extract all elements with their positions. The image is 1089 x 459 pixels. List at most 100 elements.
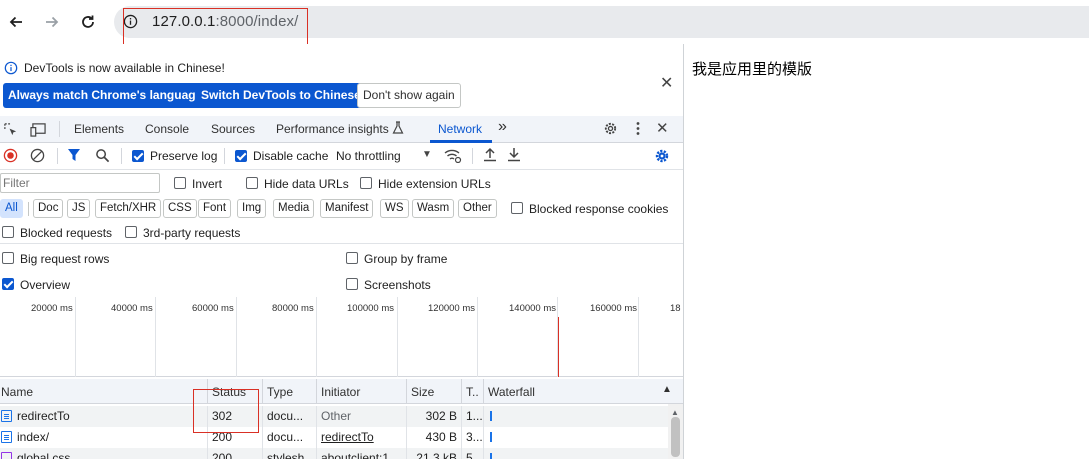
chip-font[interactable]: Font <box>198 199 232 218</box>
divider <box>207 406 208 427</box>
kebab-menu-icon[interactable] <box>636 121 640 139</box>
divider <box>59 121 60 137</box>
screenshots-checkbox[interactable] <box>346 278 358 290</box>
chip-img[interactable]: Img <box>237 199 267 218</box>
tab-elements[interactable]: Elements <box>74 122 124 136</box>
divider <box>207 448 208 459</box>
table-row[interactable]: index/ 200 docu... redirectTo 430 B 3... <box>0 427 668 448</box>
info-icon <box>4 61 18 78</box>
tab-performance-insights[interactable]: Performance insights <box>276 122 389 136</box>
row-initiator-link[interactable]: redirectTo <box>321 430 374 444</box>
search-icon[interactable] <box>95 148 110 166</box>
chip-css[interactable]: CSS <box>163 199 197 218</box>
col-waterfall[interactable]: Waterfall <box>488 385 535 399</box>
dont-show-button[interactable]: Don't show again <box>357 83 461 108</box>
gridline <box>477 297 478 377</box>
big-rows-label: Big request rows <box>20 252 110 266</box>
sort-up-icon[interactable]: ▲ <box>662 384 672 395</box>
divider <box>57 148 58 164</box>
record-icon[interactable] <box>3 148 18 166</box>
clear-icon[interactable] <box>30 148 45 166</box>
preserve-log-checkbox[interactable] <box>132 150 144 162</box>
match-language-button[interactable]: Always match Chrome's language <box>3 83 208 108</box>
wifi-settings-icon[interactable] <box>444 148 462 166</box>
third-party-checkbox[interactable] <box>125 226 137 238</box>
row-initiator[interactable]: aboutclient:1 <box>321 451 405 459</box>
info-icon[interactable] <box>123 14 138 32</box>
tab-network[interactable]: Network <box>438 122 482 136</box>
banner-message: DevTools is now available in Chinese! <box>24 61 225 75</box>
divider <box>316 427 317 448</box>
gridline <box>316 297 317 377</box>
chevron-down-icon[interactable]: ▼ <box>422 149 432 160</box>
filter-input[interactable] <box>0 173 160 193</box>
table-row[interactable]: global.css 200 stylesh... aboutclient:1 … <box>0 448 668 459</box>
chip-media[interactable]: Media <box>273 199 315 218</box>
tick-label: 160000 ms <box>590 303 638 314</box>
address-bar[interactable]: 127.0.0.1:8000/index/ <box>114 6 1089 38</box>
table-row[interactable]: redirectTo 302 docu... Other 302 B 1... <box>0 406 668 427</box>
throttling-select[interactable]: No throttling <box>336 149 401 163</box>
chip-fetch-xhr[interactable]: Fetch/XHR <box>95 199 162 218</box>
devtools-panel: DevTools is now available in Chinese! Al… <box>0 44 684 459</box>
divider <box>406 427 407 448</box>
col-name[interactable]: Name <box>1 385 33 399</box>
more-tabs-icon[interactable]: » <box>498 118 507 136</box>
blocked-cookies-checkbox[interactable] <box>511 202 523 214</box>
arrow-left-icon <box>9 16 22 28</box>
divider <box>28 202 29 216</box>
blocked-requests-label: Blocked requests <box>20 226 113 240</box>
url-text[interactable]: 127.0.0.1:8000/index/ <box>152 13 298 30</box>
close-devtools-icon[interactable]: ✕ <box>656 119 669 137</box>
overview-checkbox[interactable] <box>2 278 14 290</box>
close-icon[interactable]: ✕ <box>660 73 673 93</box>
tick-label: 80000 ms <box>272 303 314 314</box>
chip-other[interactable]: Other <box>458 199 497 218</box>
device-toolbar-icon[interactable] <box>30 122 47 140</box>
inspect-icon[interactable] <box>3 122 18 140</box>
gear-icon[interactable] <box>603 121 618 139</box>
disable-cache-checkbox[interactable] <box>235 150 247 162</box>
col-time[interactable]: T.. <box>466 385 479 399</box>
chip-ws[interactable]: WS <box>380 199 409 218</box>
row-initiator: Other <box>321 409 352 423</box>
reload-button[interactable] <box>76 10 100 34</box>
chip-doc[interactable]: Doc <box>33 199 64 218</box>
scroll-up-icon[interactable]: ▲ <box>671 408 679 417</box>
back-button[interactable] <box>4 10 28 34</box>
row-type: stylesh... <box>267 451 315 459</box>
tab-console[interactable]: Console <box>145 122 189 136</box>
tick-label: 60000 ms <box>192 303 234 314</box>
hide-extension-urls-checkbox[interactable] <box>360 177 372 189</box>
overview-timeline[interactable]: 20000 ms 40000 ms 60000 ms 80000 ms 1000… <box>0 297 683 377</box>
col-status[interactable]: Status <box>212 385 246 399</box>
divider <box>121 148 122 164</box>
col-size[interactable]: Size <box>411 385 434 399</box>
import-har-icon[interactable] <box>483 147 497 165</box>
browser-toolbar: 127.0.0.1:8000/index/ <box>0 0 1089 44</box>
chip-wasm[interactable]: Wasm <box>412 199 455 218</box>
col-type[interactable]: Type <box>267 385 293 399</box>
chip-all[interactable]: All <box>0 199 23 218</box>
tab-sources[interactable]: Sources <box>211 122 255 136</box>
group-frame-checkbox[interactable] <box>346 252 358 264</box>
divider <box>224 148 225 164</box>
chip-js[interactable]: JS <box>67 199 91 218</box>
forward-button[interactable] <box>40 10 64 34</box>
blocked-requests-checkbox[interactable] <box>2 226 14 238</box>
export-har-icon[interactable] <box>507 147 521 165</box>
col-initiator[interactable]: Initiator <box>321 385 360 399</box>
scrollbar-thumb[interactable] <box>671 417 680 457</box>
url-path: :8000/index/ <box>215 13 299 30</box>
filter-icon[interactable] <box>67 148 81 165</box>
switch-chinese-button[interactable]: Switch DevTools to Chinese <box>196 83 366 108</box>
divider <box>262 379 263 404</box>
divider <box>483 406 484 427</box>
hide-data-urls-checkbox[interactable] <box>246 177 258 189</box>
document-icon <box>1 431 12 443</box>
divider <box>483 448 484 459</box>
big-rows-checkbox[interactable] <box>2 252 14 264</box>
network-settings-icon[interactable] <box>654 148 670 167</box>
invert-checkbox[interactable] <box>174 177 186 189</box>
chip-manifest[interactable]: Manifest <box>320 199 374 218</box>
